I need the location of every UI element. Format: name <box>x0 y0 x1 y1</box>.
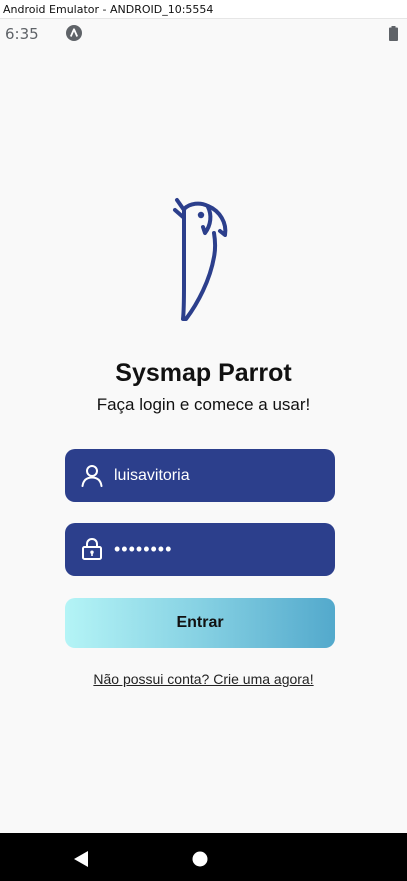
username-field[interactable] <box>65 449 335 502</box>
signup-link[interactable]: Não possui conta? Crie uma agora! <box>0 671 407 687</box>
app-subtitle: Faça login e comece a usar! <box>96 395 311 414</box>
app-title: Sysmap Parrot <box>115 359 292 387</box>
user-icon <box>81 465 103 487</box>
parrot-logo-icon <box>173 198 228 321</box>
android-a-icon <box>66 25 82 41</box>
battery-icon <box>389 26 398 41</box>
window-title: Android Emulator - ANDROID_10:5554 <box>3 3 214 16</box>
password-field[interactable] <box>65 523 335 576</box>
username-input[interactable] <box>114 449 324 502</box>
status-time: 6:35 <box>5 25 39 43</box>
back-triangle-icon[interactable] <box>72 850 90 868</box>
login-button[interactable]: Entrar <box>65 598 335 648</box>
status-bar: 6:35 <box>0 20 407 46</box>
password-input[interactable] <box>114 523 324 576</box>
emulator-title-bar: Android Emulator - ANDROID_10:5554 <box>0 0 407 19</box>
android-nav-bar <box>0 833 407 881</box>
home-circle-icon[interactable] <box>192 851 208 867</box>
lock-icon <box>82 538 102 560</box>
